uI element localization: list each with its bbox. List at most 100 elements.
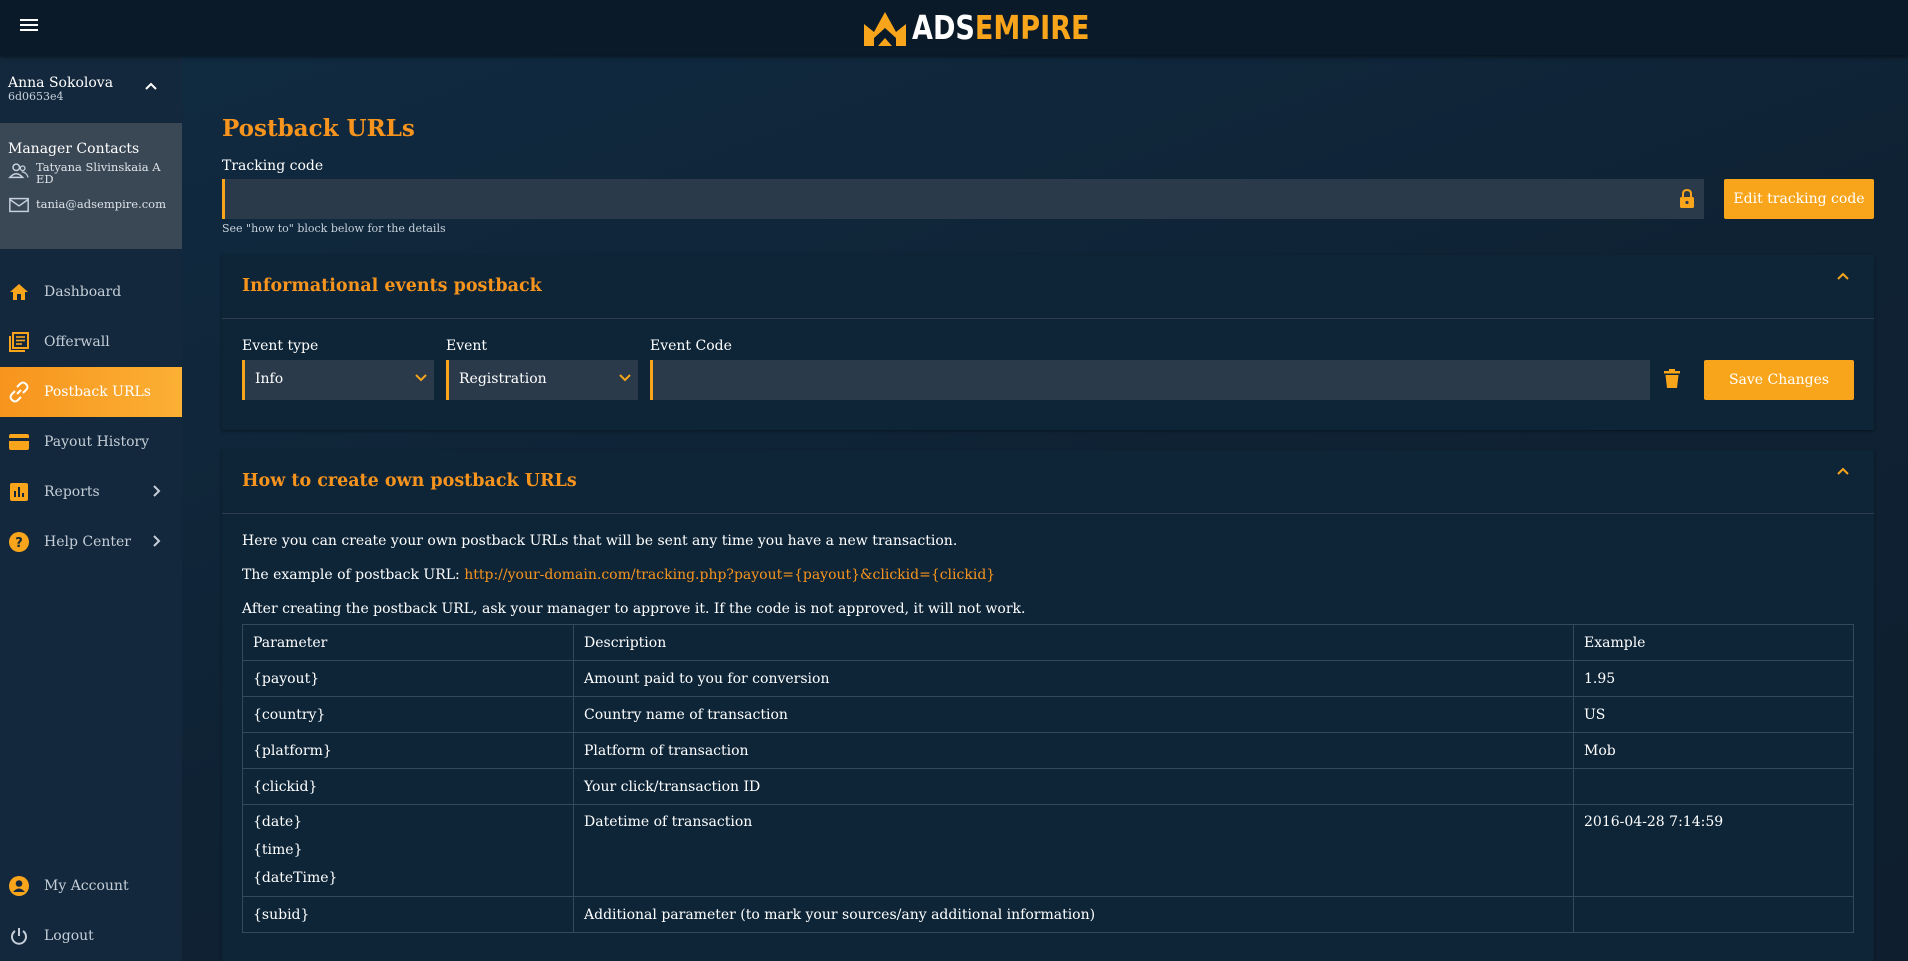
example-cell: 2016-04-28 7:14:59 (1573, 804, 1854, 897)
manager-contacts: Manager Contacts Tatyana Slivinskaia A E… (0, 123, 182, 249)
help-icon: ? (7, 530, 31, 554)
sidebar-nav: Dashboard Offerwall Postback URLs Payout… (0, 267, 182, 567)
informational-events-panel: Informational events postback Event type… (222, 255, 1874, 430)
table-row: {country} Country name of transaction US (242, 696, 1854, 733)
trash-icon[interactable] (1664, 369, 1680, 389)
sidebar-item-reports[interactable]: Reports (0, 467, 182, 517)
tracking-code-label: Tracking code (222, 158, 324, 174)
parameters-table: Parameter Description Example {payout} A… (242, 624, 1854, 933)
sidebar: Anna Sokolova 6d0653e4 Manager Contacts … (0, 55, 182, 961)
crown-logo-icon (864, 12, 906, 46)
howto-panel: How to create own postback URLs Here you… (222, 450, 1874, 961)
sidebar-item-offerwall[interactable]: Offerwall (0, 317, 182, 367)
chevron-down-icon (619, 374, 631, 382)
tracking-code-input[interactable] (222, 179, 1704, 219)
bar-chart-icon (7, 480, 31, 504)
desc-cell: Additional parameter (to mark your sourc… (573, 896, 1574, 933)
sidebar-item-help-center[interactable]: ? Help Center (0, 517, 182, 567)
event-value: Registration (459, 371, 547, 387)
chevron-right-icon (153, 485, 161, 497)
desc-cell: Amount paid to you for conversion (573, 660, 1574, 697)
main-content: Postback URLs Tracking code See "how to"… (182, 55, 1908, 961)
panel-title: Informational events postback (242, 276, 542, 296)
sidebar-item-logout[interactable]: Logout (0, 911, 182, 961)
param-cell: {payout} (242, 660, 574, 697)
sidebar-item-label: Payout History (44, 434, 150, 450)
event-code-label: Event Code (650, 338, 732, 354)
param-cell: {date} {time} {dateTime} (242, 804, 574, 897)
edit-tracking-code-button[interactable]: Edit tracking code (1724, 179, 1874, 219)
brand-logo[interactable]: ADSEMPIRE (862, 4, 1129, 50)
account-icon (7, 874, 31, 898)
manager-contacts-title: Manager Contacts (8, 141, 140, 157)
event-label: Event (446, 338, 488, 354)
table-row: {platform} Platform of transaction Mob (242, 732, 1854, 769)
param-line: {dateTime} (253, 870, 338, 886)
panel-header[interactable]: Informational events postback (222, 255, 1874, 319)
chevron-up-icon[interactable] (1836, 466, 1850, 476)
svg-text:?: ? (15, 536, 23, 551)
desc-cell: Datetime of transaction (573, 804, 1574, 897)
sidebar-item-label: Postback URLs (44, 384, 151, 400)
sidebar-item-label: Offerwall (44, 334, 110, 350)
page-title: Postback URLs (222, 115, 415, 142)
param-line: {date} (253, 814, 303, 830)
param-cell: {platform} (242, 732, 574, 769)
howto-example-text: The example of postback URL: http://your… (242, 567, 995, 583)
table-header-row: Parameter Description Example (242, 624, 1854, 661)
sidebar-item-label: Reports (44, 484, 100, 500)
lock-icon (1680, 188, 1694, 208)
sidebar-item-label: My Account (44, 878, 129, 894)
save-changes-button[interactable]: Save Changes (1704, 360, 1854, 400)
event-type-value: Info (255, 371, 284, 387)
chevron-up-icon[interactable] (1836, 271, 1850, 281)
event-type-label: Event type (242, 338, 319, 354)
panel-header[interactable]: How to create own postback URLs (222, 450, 1874, 514)
top-bar: ADSEMPIRE (0, 0, 1908, 55)
sidebar-item-postback-urls[interactable]: Postback URLs (0, 367, 182, 417)
panel-title: How to create own postback URLs (242, 471, 577, 491)
sidebar-item-label: Logout (44, 928, 94, 944)
example-cell: US (1573, 696, 1854, 733)
chevron-down-icon (415, 374, 427, 382)
table-row: {clickid} Your click/transaction ID (242, 768, 1854, 805)
example-prefix: The example of postback URL: (242, 567, 460, 583)
howto-approval-text: After creating the postback URL, ask you… (242, 601, 1026, 617)
power-icon (7, 924, 31, 948)
mail-icon (9, 197, 29, 213)
hamburger-menu-icon[interactable] (20, 16, 44, 38)
example-cell (1573, 896, 1854, 933)
table-row: {payout} Amount paid to you for conversi… (242, 660, 1854, 697)
tracking-code-hint: See "how to" block below for the details (222, 222, 446, 235)
column-header: Example (1573, 624, 1854, 661)
param-cell: {country} (242, 696, 574, 733)
manager-name: Tatyana Slivinskaia A ED (36, 160, 161, 186)
chevron-right-icon (153, 535, 161, 547)
column-header: Parameter (242, 624, 574, 661)
people-icon (8, 163, 29, 179)
example-cell: Mob (1573, 732, 1854, 769)
sidebar-item-my-account[interactable]: My Account (0, 861, 182, 911)
event-type-select[interactable]: Info (242, 360, 434, 400)
sidebar-bottom-nav: My Account Logout (0, 861, 182, 961)
example-cell: 1.95 (1573, 660, 1854, 697)
user-id: 6d0653e4 (8, 90, 64, 103)
event-code-input[interactable] (650, 360, 1650, 400)
param-cell: {clickid} (242, 768, 574, 805)
event-select[interactable]: Registration (446, 360, 638, 400)
sidebar-item-dashboard[interactable]: Dashboard (0, 267, 182, 317)
sidebar-item-payout-history[interactable]: Payout History (0, 417, 182, 467)
table-row: {date} {time} {dateTime} Datetime of tra… (242, 804, 1854, 897)
howto-intro-text: Here you can create your own postback UR… (242, 533, 958, 549)
desc-cell: Platform of transaction (573, 732, 1574, 769)
param-line: {time} (253, 842, 303, 858)
credit-card-icon (7, 430, 31, 454)
desc-cell: Country name of transaction (573, 696, 1574, 733)
offerwall-icon (7, 330, 31, 354)
sidebar-item-label: Dashboard (44, 284, 122, 300)
example-postback-link[interactable]: http://your-domain.com/tracking.php?payo… (464, 567, 995, 583)
manager-email[interactable]: tania@adsempire.com (36, 195, 166, 210)
chevron-up-icon[interactable] (144, 81, 158, 91)
home-icon (7, 280, 31, 304)
example-cell (1573, 768, 1854, 805)
